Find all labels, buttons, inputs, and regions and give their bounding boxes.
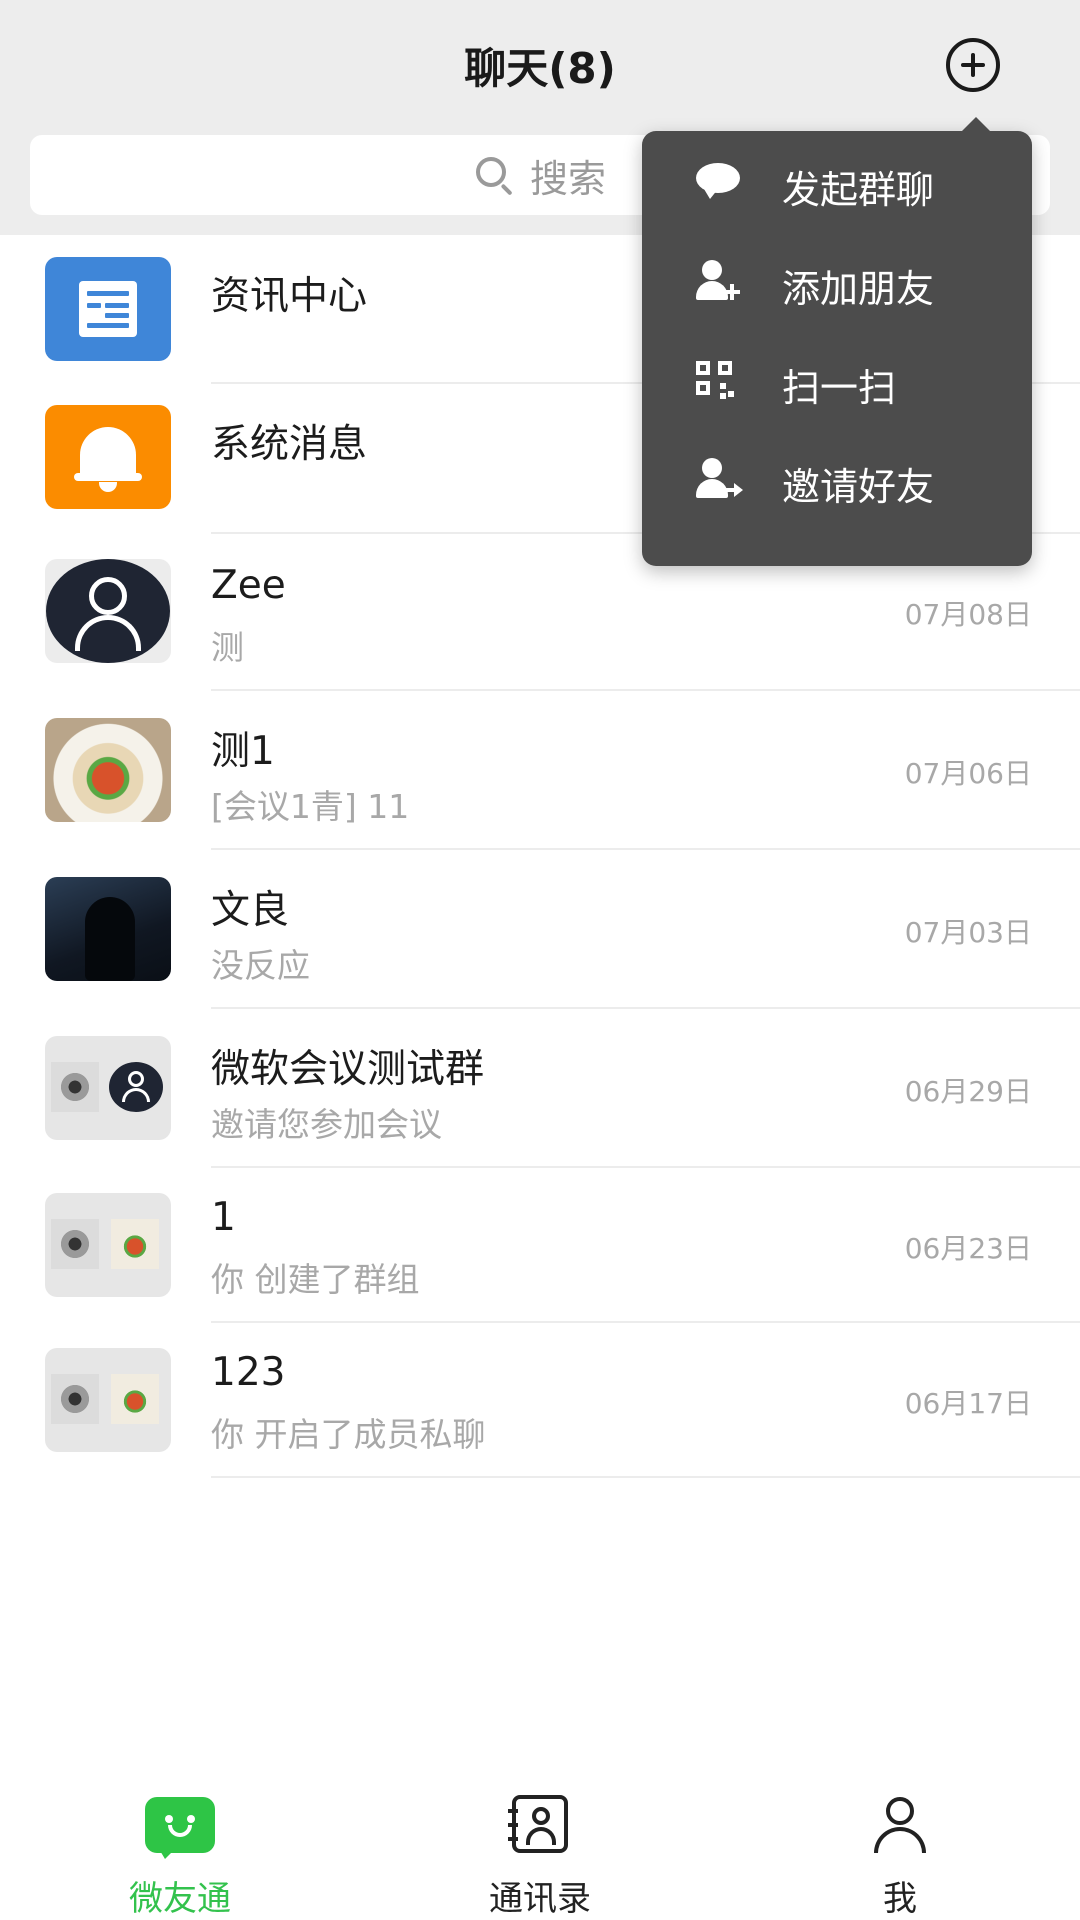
conversation-item[interactable]: 文良 没反应 07月03日	[0, 849, 1080, 1009]
chat-tab-icon	[145, 1797, 215, 1859]
conversation-name: 测1	[211, 729, 275, 774]
menu-item-label: 发起群聊	[782, 168, 935, 212]
conversation-preview: 邀请您参加会议	[211, 1105, 442, 1144]
plus-popup-menu: 发起群聊 添加朋友 扫一扫 邀请好友	[642, 117, 1032, 566]
page-title: 聊天(8)	[464, 44, 616, 93]
plus-circle-icon[interactable]	[946, 38, 1000, 92]
conversation-date: 07月03日	[904, 916, 1032, 949]
tab-label: 我	[883, 1879, 917, 1919]
conversation-name: 123	[211, 1350, 286, 1395]
tab-contacts[interactable]: 通讯录	[360, 1775, 720, 1920]
conversation-name: 1	[211, 1195, 236, 1240]
conversation-name: Zee	[211, 563, 286, 608]
group-avatar	[45, 1193, 171, 1297]
avatar-photo	[45, 718, 171, 822]
tab-chats[interactable]: 微友通	[0, 1775, 360, 1920]
conversation-preview: [会议1青] 11	[211, 787, 410, 826]
tab-me[interactable]: 我	[720, 1775, 1080, 1920]
contacts-tab-icon	[508, 1795, 568, 1853]
conversation-name: 微软会议测试群	[211, 1047, 485, 1092]
conversation-name: 系统消息	[211, 422, 368, 467]
divider	[211, 1476, 1080, 1478]
tab-label: 通讯录	[489, 1879, 591, 1919]
conversation-name: 资讯中心	[211, 274, 368, 319]
conversation-preview: 你 创建了群组	[211, 1260, 420, 1299]
conversation-item[interactable]: 1 你 创建了群组 06月23日	[0, 1167, 1080, 1323]
bell-icon	[45, 405, 171, 509]
me-tab-icon	[872, 1797, 928, 1853]
conversation-date: 06月23日	[904, 1232, 1032, 1265]
menu-item-label: 扫一扫	[782, 366, 897, 410]
conversation-date: 07月08日	[904, 598, 1032, 631]
menu-item-start-group-chat[interactable]: 发起群聊	[642, 131, 1032, 230]
invite-person-icon	[694, 458, 743, 498]
conversation-preview: 你 开启了成员私聊	[211, 1415, 486, 1454]
avatar-photo	[45, 877, 171, 981]
search-icon	[474, 155, 514, 196]
tab-label: 微友通	[129, 1879, 231, 1919]
bottom-tab-bar: 微友通 通讯录 我	[0, 1775, 1080, 1920]
menu-item-label: 邀请好友	[782, 465, 935, 509]
menu-item-add-friend[interactable]: 添加朋友	[642, 230, 1032, 329]
conversation-date: 07月06日	[904, 757, 1032, 790]
conversation-item[interactable]: 123 你 开启了成员私聊 06月17日	[0, 1322, 1080, 1478]
group-avatar	[45, 1348, 171, 1452]
conversation-item[interactable]: 测1 [会议1青] 11 07月06日	[0, 690, 1080, 850]
search-placeholder: 搜索	[529, 156, 606, 201]
conversation-date: 06月29日	[904, 1075, 1032, 1108]
news-icon	[45, 257, 171, 361]
menu-item-scan[interactable]: 扫一扫	[642, 329, 1032, 428]
add-person-icon	[694, 260, 740, 300]
qr-code-icon	[694, 359, 740, 399]
chat-bubble-icon	[694, 161, 740, 201]
user-avatar-icon	[45, 559, 171, 663]
menu-item-invite-friends[interactable]: 邀请好友	[642, 428, 1032, 527]
menu-item-label: 添加朋友	[782, 267, 935, 311]
conversation-date: 06月17日	[904, 1387, 1032, 1420]
conversation-preview: 测	[211, 628, 244, 667]
conversation-item[interactable]: 微软会议测试群 邀请您参加会议 06月29日	[0, 1008, 1080, 1168]
conversation-preview: 没反应	[211, 946, 310, 985]
conversation-name: 文良	[211, 888, 290, 933]
group-avatar	[45, 1036, 171, 1140]
